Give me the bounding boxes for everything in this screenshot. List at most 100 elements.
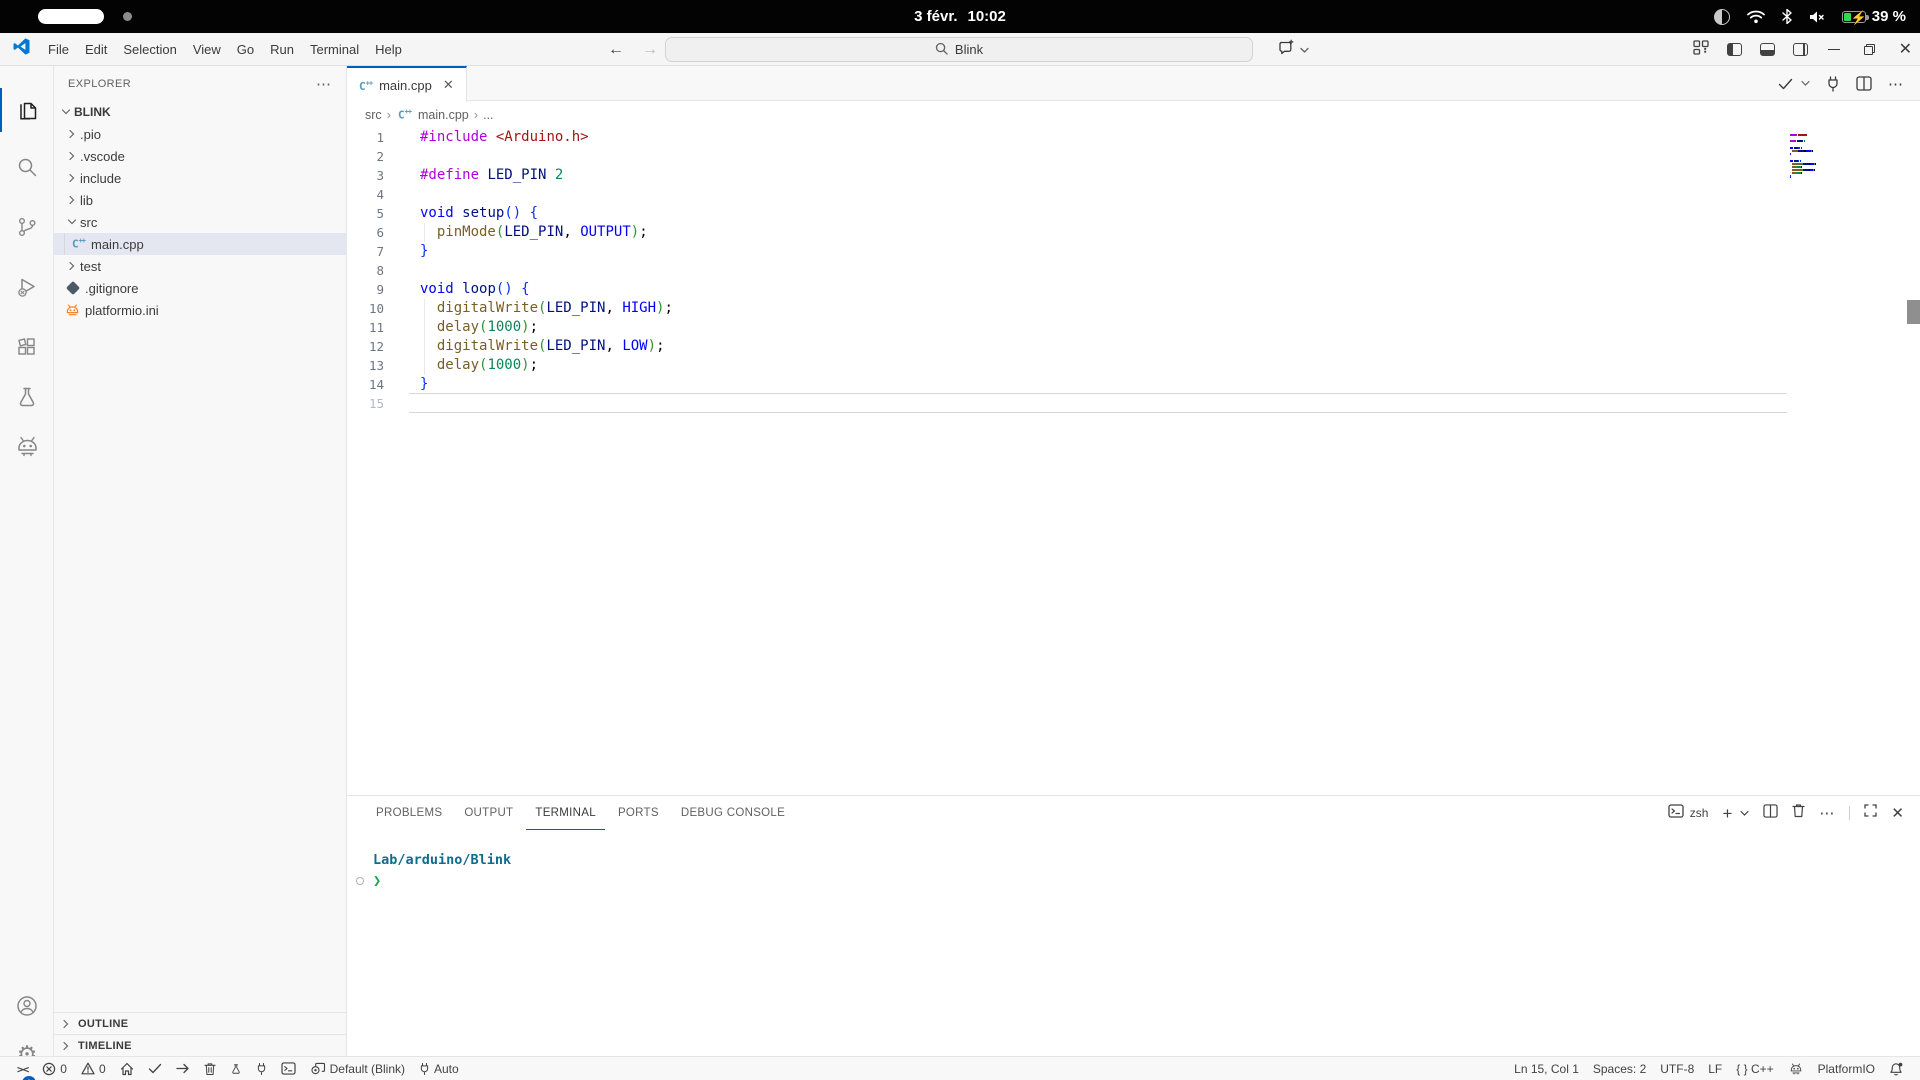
code-line-13[interactable]: 13 delay(1000);: [347, 356, 1920, 375]
run-dropdown-chevron[interactable]: [1801, 80, 1810, 87]
menu-file[interactable]: File: [40, 37, 77, 62]
status-terminal[interactable]: [274, 1058, 303, 1080]
system-clock[interactable]: 3 févr. 10:02: [0, 0, 1920, 33]
account-icon[interactable]: [0, 984, 54, 1028]
tree-item-platformioini[interactable]: platformio.ini: [54, 299, 346, 321]
menu-view[interactable]: View: [185, 37, 229, 62]
split-terminal-icon[interactable]: [1763, 804, 1778, 823]
menu-run[interactable]: Run: [262, 37, 302, 62]
tab-close-icon[interactable]: ✕: [443, 77, 454, 93]
chat-dropdown-chevron[interactable]: [1300, 41, 1309, 59]
status-platformio[interactable]: PlatformIO: [1811, 1058, 1882, 1080]
restore-button[interactable]: [1864, 44, 1875, 55]
menu-terminal[interactable]: Terminal: [302, 37, 367, 62]
toggle-sidebar-icon[interactable]: [1727, 43, 1742, 56]
platformio-activity-icon[interactable]: [0, 424, 54, 468]
tree-root-blink[interactable]: BLINK: [54, 101, 346, 123]
status-0[interactable]: 0: [35, 1058, 74, 1080]
code-line-1[interactable]: 1#include <Arduino.h>: [347, 128, 1920, 147]
panel-tab-terminal[interactable]: TERMINAL: [526, 796, 605, 830]
status-auto[interactable]: Auto: [412, 1058, 466, 1080]
tree-item-include[interactable]: include: [54, 167, 346, 189]
code-line-12[interactable]: 12 digitalWrite(LED_PIN, LOW);: [347, 337, 1920, 356]
status-lf[interactable]: LF: [1701, 1058, 1729, 1080]
code-editor[interactable]: 1#include <Arduino.h>23#define LED_PIN 2…: [347, 128, 1920, 795]
dark-mode-icon[interactable]: [1714, 9, 1730, 25]
close-panel-icon[interactable]: ✕: [1891, 804, 1904, 822]
status-flask[interactable]: [223, 1058, 249, 1080]
code-line-4[interactable]: 4: [347, 185, 1920, 204]
menu-help[interactable]: Help: [367, 37, 410, 62]
status-utf-8[interactable]: UTF-8: [1653, 1058, 1701, 1080]
battery-indicator[interactable]: ⚡ 39 %: [1842, 8, 1906, 25]
status-platformio[interactable]: [1781, 1058, 1811, 1080]
shell-name[interactable]: zsh: [1690, 806, 1709, 820]
serial-plug-icon[interactable]: [1826, 76, 1840, 92]
code-line-10[interactable]: 10 digitalWrite(LED_PIN, HIGH);: [347, 299, 1920, 318]
terminal-dropdown-chevron[interactable]: [1740, 804, 1749, 822]
extensions-activity-icon[interactable]: [0, 325, 54, 369]
section-outline[interactable]: OUTLINE: [54, 1012, 346, 1034]
tree-item-lib[interactable]: lib: [54, 189, 346, 211]
panel-tab-debug-console[interactable]: DEBUG CONSOLE: [672, 796, 794, 830]
menu-edit[interactable]: Edit: [77, 37, 115, 62]
status-c++[interactable]: { } C++: [1729, 1058, 1780, 1080]
menu-selection[interactable]: Selection: [115, 37, 184, 62]
menu-go[interactable]: Go: [229, 37, 262, 62]
breadcrumb-symbol[interactable]: ...: [483, 108, 493, 122]
code-line-5[interactable]: 5void setup() {: [347, 204, 1920, 223]
code-line-6[interactable]: 6 pinMode(LED_PIN, OUTPUT);: [347, 223, 1920, 242]
minimize-button[interactable]: [1828, 49, 1840, 51]
code-line-14[interactable]: 14}: [347, 375, 1920, 394]
editor-scrollbar-thumb[interactable]: [1907, 300, 1920, 324]
testing-activity-icon[interactable]: [0, 375, 54, 419]
code-line-2[interactable]: 2: [347, 147, 1920, 166]
status-0[interactable]: 0: [74, 1058, 113, 1080]
code-line-3[interactable]: 3#define LED_PIN 2: [347, 166, 1920, 185]
mute-icon[interactable]: [1809, 10, 1825, 24]
back-button[interactable]: ←: [608, 41, 624, 59]
toggle-secondary-sidebar-icon[interactable]: [1793, 43, 1808, 56]
status-check[interactable]: [141, 1058, 169, 1080]
kill-terminal-icon[interactable]: [1792, 803, 1805, 823]
toggle-panel-icon[interactable]: [1760, 43, 1775, 56]
run-debug-activity-icon[interactable]: [0, 265, 54, 309]
tree-item-maincpp[interactable]: C++main.cpp: [54, 233, 346, 255]
command-decoration-icon[interactable]: [356, 877, 364, 885]
status-default-blink[interactable]: Default (Blink): [303, 1058, 412, 1080]
bluetooth-icon[interactable]: [1782, 9, 1792, 24]
panel-tab-problems[interactable]: PROBLEMS: [367, 796, 451, 830]
new-terminal-icon[interactable]: +: [1722, 805, 1732, 822]
wifi-icon[interactable]: [1747, 10, 1765, 24]
breadcrumb-file[interactable]: main.cpp: [418, 108, 469, 122]
search-activity-icon[interactable]: [0, 145, 54, 189]
code-line-9[interactable]: 9void loop() {: [347, 280, 1920, 299]
run-check-icon[interactable]: [1778, 78, 1793, 90]
editor-more-actions-icon[interactable]: ⋯: [1888, 75, 1904, 93]
code-line-11[interactable]: 11 delay(1000);: [347, 318, 1920, 337]
code-line-15[interactable]: 15: [347, 394, 1920, 413]
breadcrumb[interactable]: src › C++ main.cpp › ...: [347, 101, 1920, 128]
source-control-activity-icon[interactable]: [0, 205, 54, 249]
explorer-activity-icon[interactable]: [0, 88, 54, 132]
breadcrumb-folder[interactable]: src: [365, 108, 382, 122]
panel-more-actions-icon[interactable]: ⋯: [1819, 804, 1835, 822]
close-button[interactable]: ✕: [1899, 42, 1912, 58]
command-center[interactable]: Blink: [665, 37, 1253, 62]
tree-item-gitignore[interactable]: .gitignore: [54, 277, 346, 299]
section-timeline[interactable]: TIMELINE: [54, 1034, 346, 1056]
tree-item-src[interactable]: src: [54, 211, 346, 233]
split-editor-icon[interactable]: [1856, 76, 1872, 91]
panel-tab-output[interactable]: OUTPUT: [455, 796, 522, 830]
maximize-panel-icon[interactable]: [1864, 804, 1877, 822]
tree-item-test[interactable]: test: [54, 255, 346, 277]
customize-layout-icon[interactable]: [1693, 40, 1709, 60]
code-line-8[interactable]: 8: [347, 261, 1920, 280]
panel-tab-ports[interactable]: PORTS: [609, 796, 668, 830]
chat-icon[interactable]: [1278, 39, 1295, 61]
status-trash[interactable]: [197, 1058, 223, 1080]
status-bell[interactable]: [1882, 1058, 1910, 1080]
status-ln-15-col-1[interactable]: Ln 15, Col 1: [1507, 1058, 1586, 1080]
status-plug[interactable]: [249, 1058, 274, 1080]
status-home[interactable]: [113, 1058, 141, 1080]
